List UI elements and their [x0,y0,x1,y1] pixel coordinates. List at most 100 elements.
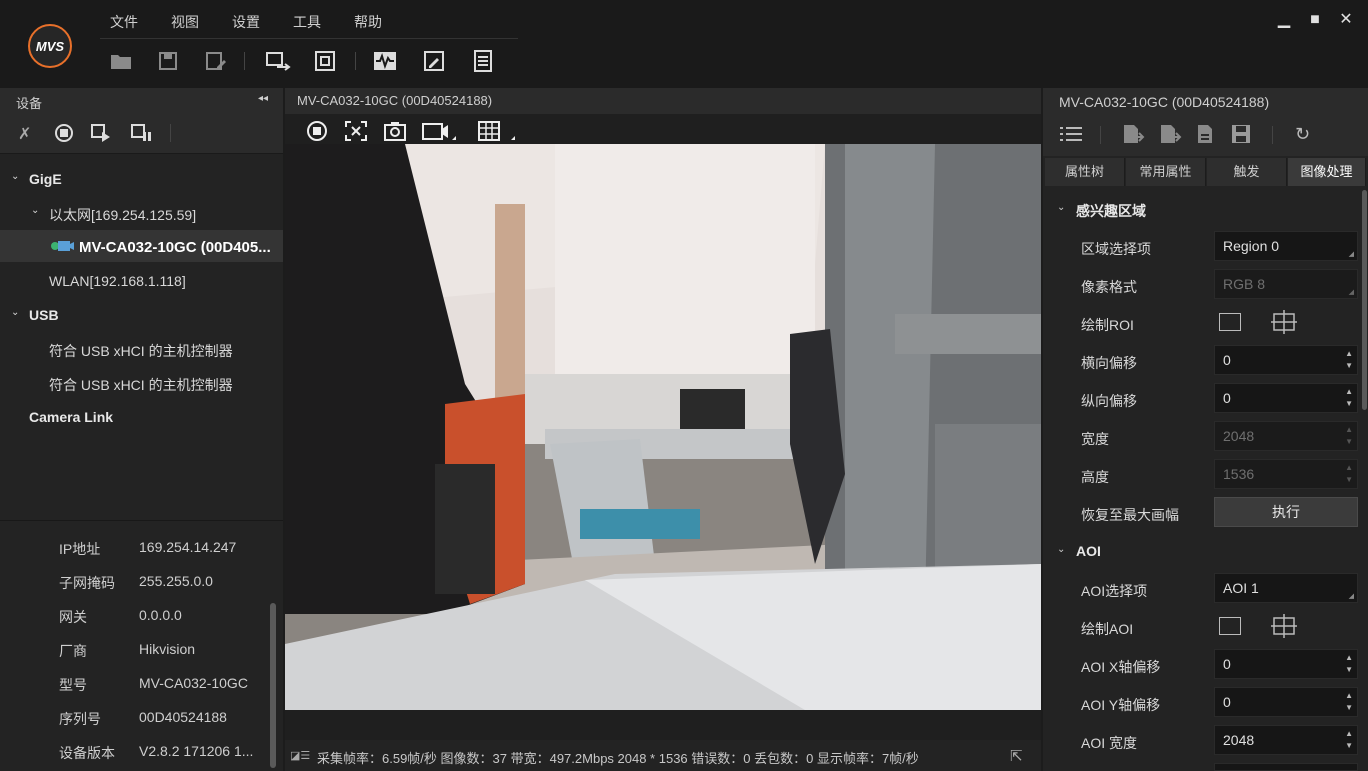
pixel-format-value: RGB 8 [1223,276,1266,292]
aoi-x-value: 0 [1223,656,1231,672]
execute-button[interactable]: 执行 [1214,497,1358,527]
minimize-icon[interactable]: ▁ [1274,10,1294,30]
spin-arrows-icon[interactable]: ▲ ▼ [1345,728,1353,752]
tab-image-processing[interactable]: 图像处理 [1288,158,1366,186]
info-label: IP地址 [59,541,101,557]
menu-settings[interactable]: 设置 [232,12,260,32]
menu-help[interactable]: 帮助 [354,12,382,32]
fullscreen-icon[interactable] [312,48,338,74]
aoi-width-input[interactable]: 2048 ▲ ▼ [1214,725,1358,755]
refresh-icon[interactable]: ↻ [1295,124,1310,145]
spin-arrows-icon[interactable]: ▲ ▼ [1345,348,1353,372]
menu-view[interactable]: 视图 [171,12,199,32]
spin-arrows-icon: ▲ ▼ [1345,463,1353,484]
fit-view-icon[interactable] [344,120,368,145]
offset-y-value: 0 [1223,390,1231,406]
tree-usb[interactable]: USB [29,307,59,323]
tab-trigger[interactable]: 触发 [1207,158,1287,186]
info-label: 子网掩码 [59,575,115,591]
save-as-icon[interactable] [203,48,229,74]
maximize-icon[interactable]: ■ [1305,10,1325,30]
stop-icon[interactable] [54,123,74,146]
expand-gige-icon[interactable]: ⌄ [11,171,19,182]
dropdown-corner-icon: ◢ [1348,593,1354,600]
record-icon[interactable] [422,120,456,145]
tab-property-tree[interactable]: 属性树 [1045,158,1125,186]
tree-camera-link[interactable]: Camera Link [29,409,113,425]
collapse-all-icon[interactable] [1058,124,1084,149]
aoi-x-input[interactable]: 0 ▲ ▼ [1214,649,1358,679]
width-input: 2048 ▲ ▼ [1214,421,1358,451]
prop-restore-max-label: 恢复至最大画幅 [1081,507,1179,523]
expand-usb-icon[interactable]: ⌄ [11,307,19,318]
aoi-select-dropdown[interactable]: AOI 1 ◢ [1214,573,1358,603]
import-icon[interactable] [1121,123,1145,148]
waveform-icon[interactable] [372,48,398,74]
file-icon[interactable] [1195,123,1215,148]
draw-center-crosshair-icon[interactable] [1271,614,1297,641]
section-aoi[interactable]: AOI [1076,543,1101,559]
info-scrollbar[interactable] [270,603,276,768]
region-select-value: Region 0 [1223,238,1280,254]
expand-roi-icon[interactable]: ⌄ [1057,202,1065,213]
camera-icon [50,239,74,256]
menu-tools[interactable]: 工具 [293,12,321,32]
toolbar-separator [355,52,356,70]
expand-aoi-icon[interactable]: ⌄ [1057,544,1065,555]
tree-ethernet[interactable]: 以太网[169.254.125.59] [49,205,196,225]
tab-common-properties[interactable]: 常用属性 [1126,158,1206,186]
expand-corner-icon[interactable]: ⇱ [1010,747,1023,765]
save-icon[interactable] [155,48,181,74]
tree-gige[interactable]: GigE [29,171,62,187]
draw-center-crosshair-icon[interactable] [1271,310,1297,337]
prop-width-label: 宽度 [1081,431,1109,447]
spin-arrows-icon[interactable]: ▲ ▼ [1345,690,1353,714]
start-grab-icon[interactable] [90,123,112,146]
list-icon[interactable] [470,48,496,74]
edit-image-icon[interactable] [422,48,448,74]
region-select-dropdown[interactable]: Region 0 ◢ [1214,231,1358,261]
prop-draw-roi-label: 绘制ROI [1081,317,1134,333]
export-icon[interactable] [1158,123,1182,148]
draw-rectangle-icon[interactable] [1219,313,1241,331]
tree-wlan[interactable]: WLAN[192.168.1.118] [49,273,186,289]
tree-usb-controller-2[interactable]: 符合 USB xHCI 的主机控制器 [49,375,233,395]
section-roi[interactable]: 感兴趣区域 [1076,201,1146,221]
info-label: 序列号 [59,711,101,727]
property-panel-title: MV-CA032-10GC (00D40524188) [1059,94,1270,110]
tree-camera[interactable]: MV-CA032-10GC (00D405... [79,239,271,256]
property-scrollbar[interactable] [1362,190,1367,410]
snapshot-icon[interactable] [383,120,407,145]
offset-y-input[interactable]: 0 ▲ ▼ [1214,383,1358,413]
offset-x-input[interactable]: 0 ▲ ▼ [1214,345,1358,375]
spin-arrows-icon[interactable]: ▲ ▼ [1345,652,1353,676]
width-value: 2048 [1223,428,1255,444]
info-value: 169.254.14.247 [139,539,237,555]
expand-ethernet-icon[interactable]: ⌄ [31,205,39,216]
dropdown-corner-icon: ◢ [1348,289,1354,296]
collapse-panel-icon[interactable]: ◂◂ [258,93,268,104]
info-value: 00D40524188 [139,709,227,725]
tree-usb-controller-1[interactable]: 符合 USB xHCI 的主机控制器 [49,341,233,361]
status-text: 采集帧率：6.59帧/秒 图像数：37 带宽：497.2Mbps 2048 * … [317,751,919,766]
camera-image-view[interactable] [285,144,1041,710]
info-value: MV-CA032-10GC [139,675,248,691]
stop-capture-icon[interactable] [306,120,328,145]
grid-icon[interactable] [478,120,520,145]
next-property-input[interactable] [1214,763,1358,771]
open-folder-icon[interactable] [108,48,134,74]
aoi-y-input[interactable]: 0 ▲ ▼ [1214,687,1358,717]
info-value: 0.0.0.0 [139,607,182,623]
save-params-icon[interactable] [1230,123,1252,148]
disconnect-icon[interactable]: ✗ [18,124,31,144]
spin-arrows-icon[interactable]: ▲ ▼ [1345,386,1353,410]
pause-grab-icon[interactable] [130,123,152,146]
status-menu-icon[interactable]: ◪☰ [290,749,310,762]
device-switch-icon[interactable] [265,48,291,74]
draw-rectangle-icon[interactable] [1219,617,1241,635]
height-value: 1536 [1223,466,1255,482]
close-icon[interactable]: ✕ [1336,10,1356,30]
spin-arrows-icon: ▲ ▼ [1345,425,1353,446]
prop-height-label: 高度 [1081,469,1109,485]
menu-file[interactable]: 文件 [110,12,138,32]
